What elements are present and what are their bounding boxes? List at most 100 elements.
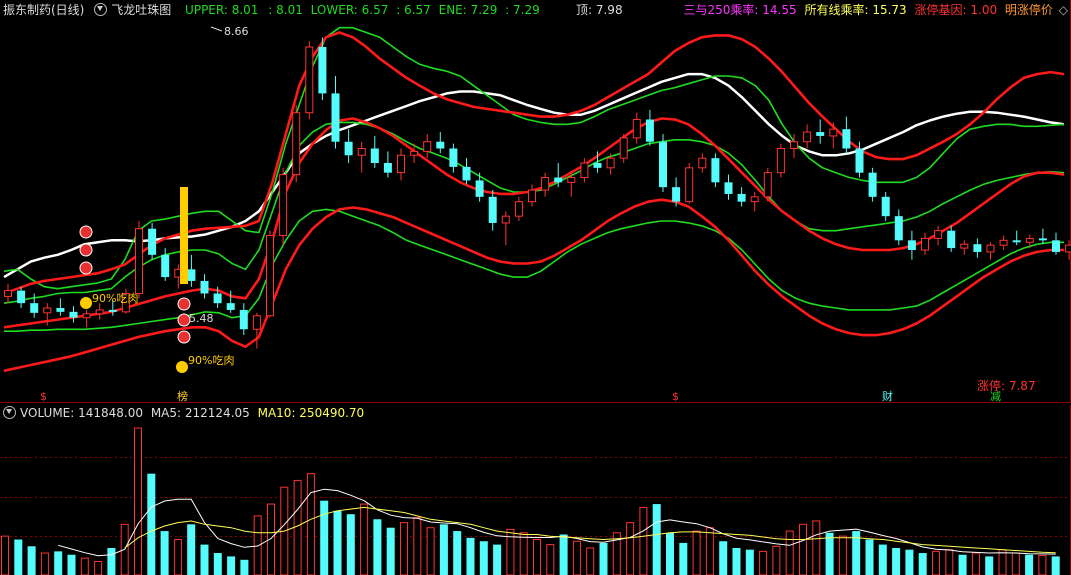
candle-body-up (82, 313, 91, 319)
signal-ball (79, 225, 93, 239)
candle-body-up (266, 235, 274, 317)
volume-bar-down (107, 547, 116, 575)
marker-cai: 财 (882, 389, 893, 403)
candle-body-up (790, 141, 798, 150)
volume-chart[interactable] (0, 405, 1071, 575)
volume-bar-down (878, 544, 887, 575)
volume-bar-down (745, 549, 754, 575)
volume-bar-up (1, 535, 9, 575)
volume-bar-down (187, 524, 196, 575)
band-line-red-mid (3, 117, 1065, 329)
candle-body-down (331, 93, 340, 142)
candle-body-up (580, 162, 589, 178)
candle-body-up (528, 189, 536, 203)
candle-body-down (842, 129, 851, 149)
volume-bar-down (825, 532, 834, 575)
candle-body-down (213, 293, 222, 304)
volume-bar-down (892, 547, 901, 575)
low-price-label: 5.48 (189, 312, 214, 325)
candle-body-down (161, 254, 170, 278)
candle-body-down (69, 311, 78, 318)
candle-body-up (1025, 237, 1034, 243)
candle-body-up (619, 137, 628, 159)
candle-body-down (187, 269, 196, 281)
candle-body-down (593, 163, 602, 168)
volume-bar-down (479, 541, 488, 575)
volume-bar-up (812, 520, 821, 575)
volume-bar-down (732, 547, 741, 575)
volume-bar-down (918, 553, 927, 575)
candle-body-down (1052, 240, 1060, 252)
volume-bar-down (27, 546, 36, 575)
volume-bar-down (346, 514, 355, 575)
candle-body-down (907, 240, 916, 250)
candle-body-down (672, 187, 681, 202)
volume-bar-up (971, 552, 980, 575)
volume-bar-up (293, 479, 302, 575)
candle-body-down (711, 158, 720, 183)
candle-body-down (449, 148, 458, 167)
note-label-1: 90%吃肉 (92, 292, 138, 305)
candle-body-up (252, 315, 261, 330)
volume-bar-down (213, 553, 222, 575)
volume-bar-up (692, 530, 701, 575)
candle-body-down (868, 172, 877, 197)
candle-body-up (501, 215, 510, 224)
candle-body-up (803, 131, 812, 143)
candle-body-down (947, 230, 956, 249)
volume-bar-down (160, 531, 169, 575)
volume-bar-up (838, 535, 847, 575)
volume-bar-down (599, 542, 608, 575)
candle-body-up (410, 150, 419, 156)
note-label-2: 90%吃肉 (188, 354, 234, 367)
signal-balls-1 (79, 225, 93, 309)
smiley-icon (176, 361, 188, 373)
volume-bar-down (679, 542, 688, 575)
candle-body-up (960, 243, 969, 249)
volume-bar-down (1051, 556, 1060, 575)
candle-body-down (554, 177, 563, 183)
volume-bar-down (439, 524, 448, 575)
candle-body-down (436, 141, 445, 149)
candle-body-up (4, 290, 12, 297)
volume-bar-up (426, 527, 435, 575)
candle-body-down (1012, 240, 1021, 243)
volume-bar-up (134, 427, 142, 575)
candle-body-down (200, 280, 209, 294)
candle-body-up (750, 196, 759, 203)
volume-bar-down (227, 556, 236, 575)
candle-body-down (226, 303, 235, 310)
candle-body-up (95, 309, 104, 315)
candle-body-up (43, 307, 52, 314)
candle-body-up (698, 157, 707, 169)
volume-bar-down (147, 473, 156, 575)
volume-bar-up (705, 527, 714, 575)
volume-bar-down (54, 551, 63, 575)
volume-bar-up (360, 503, 369, 575)
volume-bar-down (985, 556, 994, 575)
candle-body-up (397, 154, 405, 174)
volume-bar-down (333, 510, 342, 575)
candle-body-down (370, 148, 379, 163)
volume-bar-up (639, 506, 648, 575)
volume-bar-down (240, 559, 249, 575)
candle-body-up (685, 167, 694, 203)
candle-body-up (921, 237, 929, 251)
candle-body-down (108, 309, 117, 312)
candle-body-down (383, 163, 392, 173)
volume-bar-down (373, 519, 382, 575)
candle-body-up (776, 148, 785, 174)
price-chart[interactable]: 8.66 5.48 90%吃肉 90%吃肉 涨停: 7.87 $ 榜 $ 财 减 (0, 0, 1071, 403)
volume-bar-up (173, 539, 182, 575)
volume-bar-down (865, 539, 874, 575)
volume-bar-up (785, 530, 794, 575)
volume-bar-down (719, 541, 728, 575)
candles (4, 37, 1071, 349)
volume-bar-down (67, 554, 76, 575)
volume-bar-up (40, 552, 49, 575)
candle-body-down (462, 166, 471, 181)
band-line-red-lower (3, 198, 1064, 373)
candle-body-up (567, 177, 576, 183)
candle-body-up (514, 201, 523, 217)
candle-body-up (606, 157, 615, 169)
